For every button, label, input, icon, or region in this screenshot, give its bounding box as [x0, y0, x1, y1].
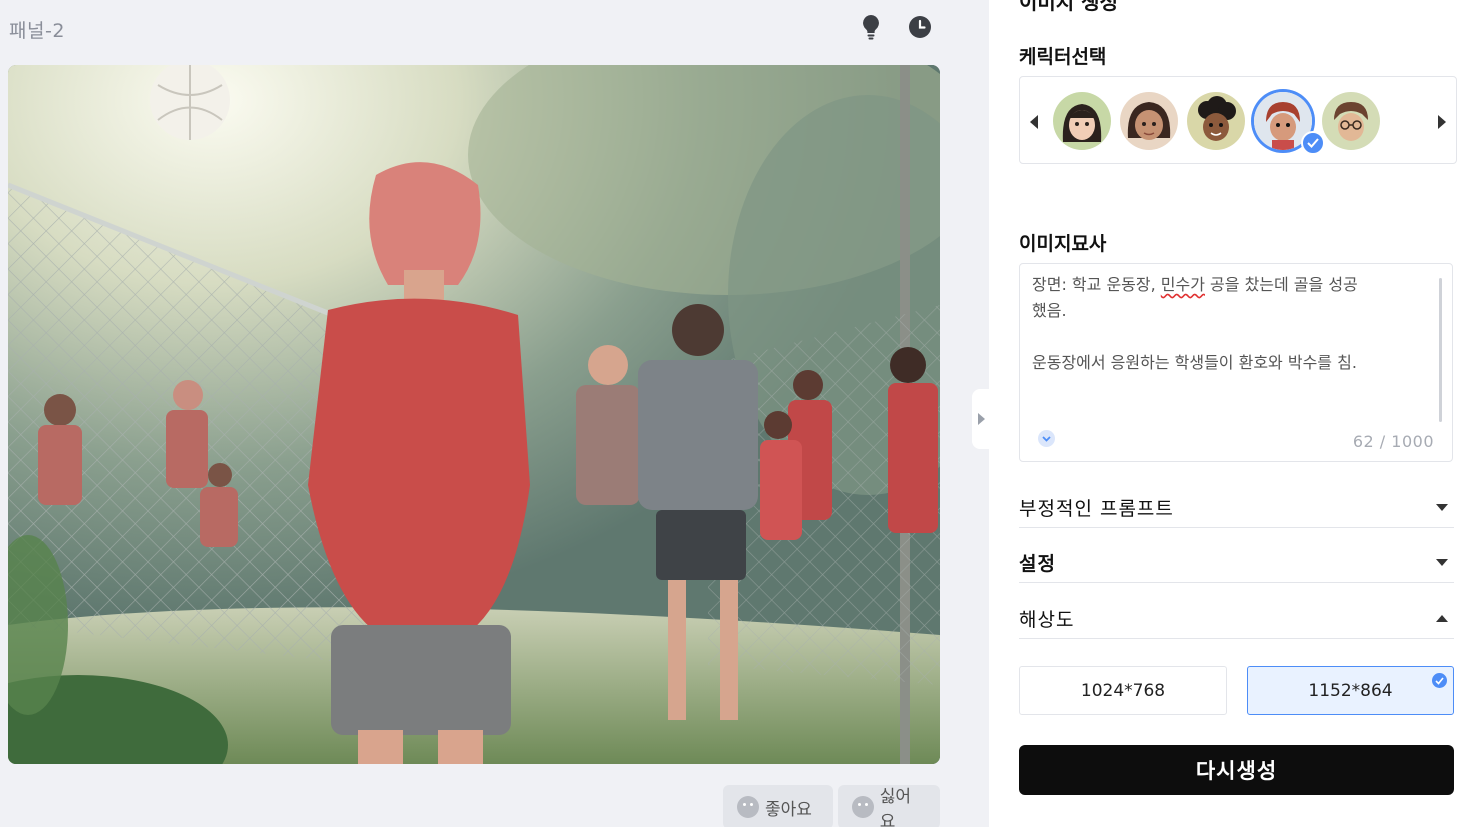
settings-panel: 이미지 생성 케릭터선택 이미지묘사 장면: 학교 운동장, 민수가 공을 찼는… — [989, 0, 1477, 827]
resolution-label: 1024*768 — [1080, 680, 1166, 701]
character-counter: 62 / 1000 — [1352, 432, 1434, 451]
like-label: 좋아요 — [765, 799, 812, 820]
accordion-settings[interactable]: 설정 — [1019, 543, 1454, 583]
image-panel: 패널-2 좋아요 싫어요 — [0, 0, 990, 827]
check-icon — [1301, 131, 1325, 155]
character-avatar-girl-2[interactable] — [1120, 92, 1178, 150]
smile-icon — [737, 796, 759, 818]
clock-icon[interactable] — [907, 14, 933, 40]
description-text: 장면: 학교 운동장, 민수가 공을 찼는데 골을 성공 했음. 운동장에서 응… — [1032, 272, 1440, 376]
panel-toggle-handle[interactable] — [972, 389, 990, 449]
panel-title: 패널-2 — [9, 20, 65, 42]
character-avatar-boy-glasses[interactable] — [1322, 92, 1380, 150]
accordion-label: 설정 — [1019, 553, 1056, 575]
chevron-up-icon — [1436, 615, 1448, 622]
check-icon — [1432, 673, 1447, 688]
generated-image — [8, 65, 940, 764]
lightbulb-icon[interactable] — [858, 14, 884, 40]
chevron-right-icon — [977, 413, 985, 425]
accordion-label: 해상도 — [1019, 609, 1075, 631]
textarea-scrollbar[interactable] — [1439, 278, 1442, 422]
character-avatar-girl-1[interactable] — [1053, 92, 1111, 150]
description-misspelled-word: 민수가 — [1160, 275, 1205, 294]
description-text-part: 장면: 학교 운동장, — [1032, 275, 1161, 294]
frown-icon — [852, 796, 874, 818]
dislike-button[interactable]: 싫어요 — [838, 785, 940, 827]
resolution-option-1024x768[interactable]: 1024*768 — [1019, 666, 1227, 715]
dislike-label: 싫어요 — [879, 787, 911, 827]
image-description-textarea[interactable]: 장면: 학교 운동장, 민수가 공을 찼는데 골을 성공 했음. 운동장에서 응… — [1019, 263, 1453, 462]
character-avatar-boy-curly[interactable] — [1187, 92, 1245, 150]
resolution-label: 1152*864 — [1308, 680, 1393, 701]
resolution-option-1152x864[interactable]: 1152*864 — [1247, 666, 1454, 715]
description-section-label: 이미지묘사 — [1019, 233, 1107, 255]
accordion-resolution[interactable]: 해상도 — [1019, 599, 1454, 639]
character-section-label: 케릭터선택 — [1019, 46, 1107, 68]
chevron-down-icon — [1436, 504, 1448, 511]
accordion-label: 부정적인 프롬프트 — [1019, 498, 1174, 520]
like-button[interactable]: 좋아요 — [723, 785, 833, 827]
character-carousel — [1019, 76, 1457, 164]
section-heading: 이미지 생성 — [1019, 0, 1118, 14]
chevron-right-icon[interactable] — [1438, 115, 1446, 129]
accordion-negative-prompt[interactable]: 부정적인 프롬프트 — [1019, 488, 1454, 528]
regenerate-button[interactable]: 다시생성 — [1019, 745, 1454, 795]
chevron-down-icon — [1436, 559, 1448, 566]
assist-icon[interactable] — [1038, 430, 1055, 447]
chevron-left-icon[interactable] — [1030, 115, 1038, 129]
